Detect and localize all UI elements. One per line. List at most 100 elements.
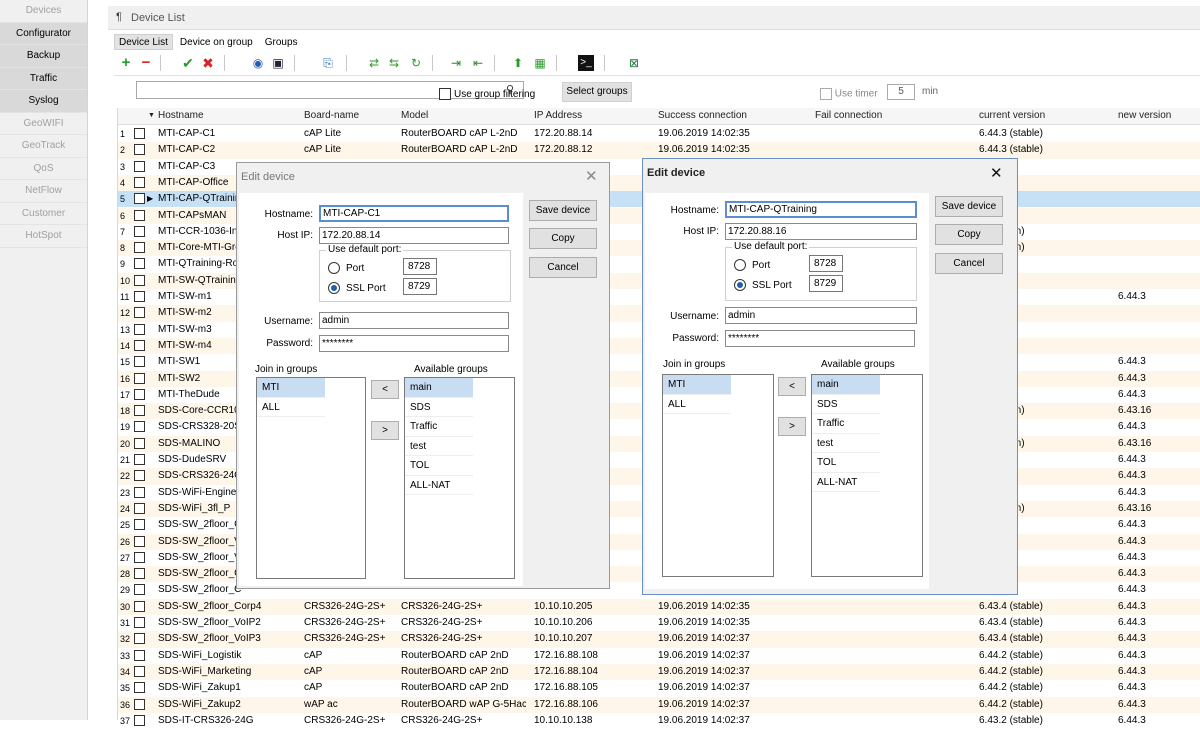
sidebar-item-devices[interactable]: Devices	[0, 0, 87, 23]
row-checkbox[interactable]	[134, 633, 145, 645]
port-input[interactable]: 8728	[809, 255, 843, 272]
close-icon[interactable]: ✕	[990, 166, 1003, 181]
password-input[interactable]: ********	[725, 330, 915, 347]
excel-icon[interactable]: ⊠	[626, 55, 642, 71]
row-checkbox[interactable]	[134, 502, 145, 514]
group-list-item[interactable]: TOL	[405, 456, 473, 476]
row-checkbox[interactable]	[134, 291, 145, 302]
ssl-port-radio[interactable]	[328, 282, 340, 294]
group-list-item[interactable]: Traffic	[812, 414, 880, 434]
cross-icon[interactable]: ✖	[200, 55, 216, 71]
use-timer-toggle[interactable]: Use timer	[820, 88, 878, 100]
column-header-current-version[interactable]: current version	[979, 110, 1045, 121]
row-checkbox[interactable]	[134, 714, 145, 726]
column-header-ip-address[interactable]: IP Address	[534, 110, 582, 121]
group-list-item[interactable]: ALL-NAT	[405, 476, 473, 495]
sidebar-item-traffic[interactable]: Traffic	[0, 67, 87, 90]
row-checkbox[interactable]	[134, 584, 145, 596]
sidebar-item-netflow[interactable]: NetFlow	[0, 180, 87, 203]
ssl-port-input[interactable]: 8729	[403, 278, 437, 295]
sidebar-item-customer[interactable]: Customer	[0, 203, 87, 225]
group-list-item[interactable]: test	[812, 434, 880, 453]
group-list-item[interactable]: SDS	[405, 398, 473, 417]
row-checkbox[interactable]	[134, 617, 145, 628]
ssl-port-radio[interactable]	[734, 279, 746, 291]
table-row[interactable]: 32 SDS-SW_2floor_VoIP3 CRS326-24G-2S+ CRS32…	[118, 631, 1200, 648]
sidebar-item-geowifi[interactable]: GeoWIFI	[0, 113, 87, 135]
save-device-button[interactable]: Save device	[529, 200, 597, 221]
group-list-item[interactable]: MTI	[663, 375, 731, 395]
group-list-item[interactable]: ALL	[257, 398, 325, 417]
username-input[interactable]: admin	[725, 307, 917, 324]
table-row[interactable]: 36 SDS-WiFi_Zakup2 wAP ac RouterBOARD wAP G…	[118, 696, 1200, 713]
row-checkbox[interactable]	[134, 551, 145, 563]
column-header-hostname[interactable]: Hostname	[158, 110, 204, 121]
terminal-icon[interactable]: >_	[578, 55, 594, 71]
group-list-item[interactable]: Traffic	[405, 417, 473, 437]
sidebar-item-geotrack[interactable]: GeoTrack	[0, 135, 87, 158]
column-header-new-version[interactable]: new version	[1118, 110, 1171, 121]
username-input[interactable]: admin	[319, 312, 509, 329]
check-icon[interactable]: ✔	[180, 55, 196, 71]
firmware-icon[interactable]: ▦	[532, 55, 548, 71]
move-left-button[interactable]: <	[371, 380, 399, 399]
upgrade-icon[interactable]: ⬆	[510, 55, 526, 71]
row-checkbox[interactable]	[134, 225, 145, 237]
sidebar-item-syslog[interactable]: Syslog	[0, 90, 87, 113]
group-list-item[interactable]: main	[405, 378, 473, 398]
sidebar-item-backup[interactable]: Backup	[0, 45, 87, 68]
table-row[interactable]: 35 SDS-WiFi_Zakup1 cAP RouterBOARD cAP 2nD 1…	[118, 680, 1200, 696]
table-row[interactable]: 1 MTI-CAP-C1 cAP Lite RouterBOARD cAP L-2nD…	[118, 126, 1200, 142]
row-checkbox[interactable]	[134, 258, 145, 270]
copy-button[interactable]: Copy	[935, 224, 1003, 245]
row-checkbox[interactable]	[134, 698, 145, 710]
hostname-input[interactable]: MTI-CAP-C1	[319, 205, 509, 222]
move-left-button[interactable]: <	[778, 377, 806, 396]
row-checkbox[interactable]	[134, 144, 145, 156]
globe-icon[interactable]: ◉	[250, 55, 266, 71]
row-checkbox[interactable]	[134, 486, 145, 498]
select-groups-button[interactable]: Select groups	[562, 82, 632, 102]
row-checkbox[interactable]	[134, 682, 145, 694]
close-icon[interactable]: ✕	[585, 169, 598, 184]
row-checkbox[interactable]	[134, 519, 145, 531]
row-checkbox[interactable]	[134, 274, 145, 286]
remove-icon[interactable]: −	[138, 55, 154, 71]
row-checkbox[interactable]	[134, 600, 145, 612]
table-row[interactable]: 33 SDS-WiFi_Logistik cAP RouterBOARD cAP 2n…	[118, 648, 1200, 664]
timer-input[interactable]: 5	[887, 84, 915, 100]
hostname-input[interactable]: MTI-CAP-QTraining	[725, 201, 917, 218]
port-radio[interactable]	[734, 259, 746, 271]
column-header-success-connection[interactable]: Success connection	[658, 110, 747, 121]
row-checkbox[interactable]	[134, 649, 145, 661]
tab-device-on-group[interactable]: Device on group	[175, 34, 258, 50]
group-list-item[interactable]: main	[812, 375, 880, 395]
available-groups-list[interactable]: main SDS Traffic test TOL ALL-NAT	[811, 374, 923, 577]
tab-device-list[interactable]: Device List	[114, 34, 173, 50]
row-checkbox[interactable]	[134, 388, 145, 400]
group-list-item[interactable]: ALL-NAT	[812, 473, 880, 492]
cancel-button[interactable]: Cancel	[935, 253, 1003, 274]
row-checkbox[interactable]	[134, 323, 145, 335]
chip-icon[interactable]: ▣	[270, 55, 286, 71]
row-checkbox[interactable]	[134, 242, 145, 254]
joined-groups-list[interactable]: MTI ALL	[256, 377, 366, 579]
row-checkbox[interactable]	[134, 356, 145, 368]
tab-groups[interactable]: Groups	[260, 34, 303, 50]
column-header-fail-connection[interactable]: Fail connection	[815, 110, 882, 121]
group-list-item[interactable]: MTI	[257, 378, 325, 398]
group-filtering-toggle[interactable]: Use group filtering	[439, 88, 535, 100]
available-groups-list[interactable]: main SDS Traffic test TOL ALL-NAT	[404, 377, 515, 579]
row-checkbox[interactable]	[134, 470, 145, 482]
row-checkbox[interactable]	[134, 535, 145, 547]
row-checkbox[interactable]	[134, 160, 145, 172]
row-checkbox[interactable]	[134, 307, 145, 319]
row-checkbox[interactable]	[134, 128, 145, 139]
column-header-board-name[interactable]: Board-name	[304, 110, 359, 121]
sidebar-item-qos[interactable]: QoS	[0, 158, 87, 180]
row-checkbox[interactable]	[134, 405, 145, 417]
export-icon[interactable]: ⇥	[448, 55, 464, 71]
row-checkbox[interactable]	[134, 176, 145, 188]
joined-groups-list[interactable]: MTI ALL	[662, 374, 774, 577]
move-right-button[interactable]: >	[371, 421, 399, 440]
